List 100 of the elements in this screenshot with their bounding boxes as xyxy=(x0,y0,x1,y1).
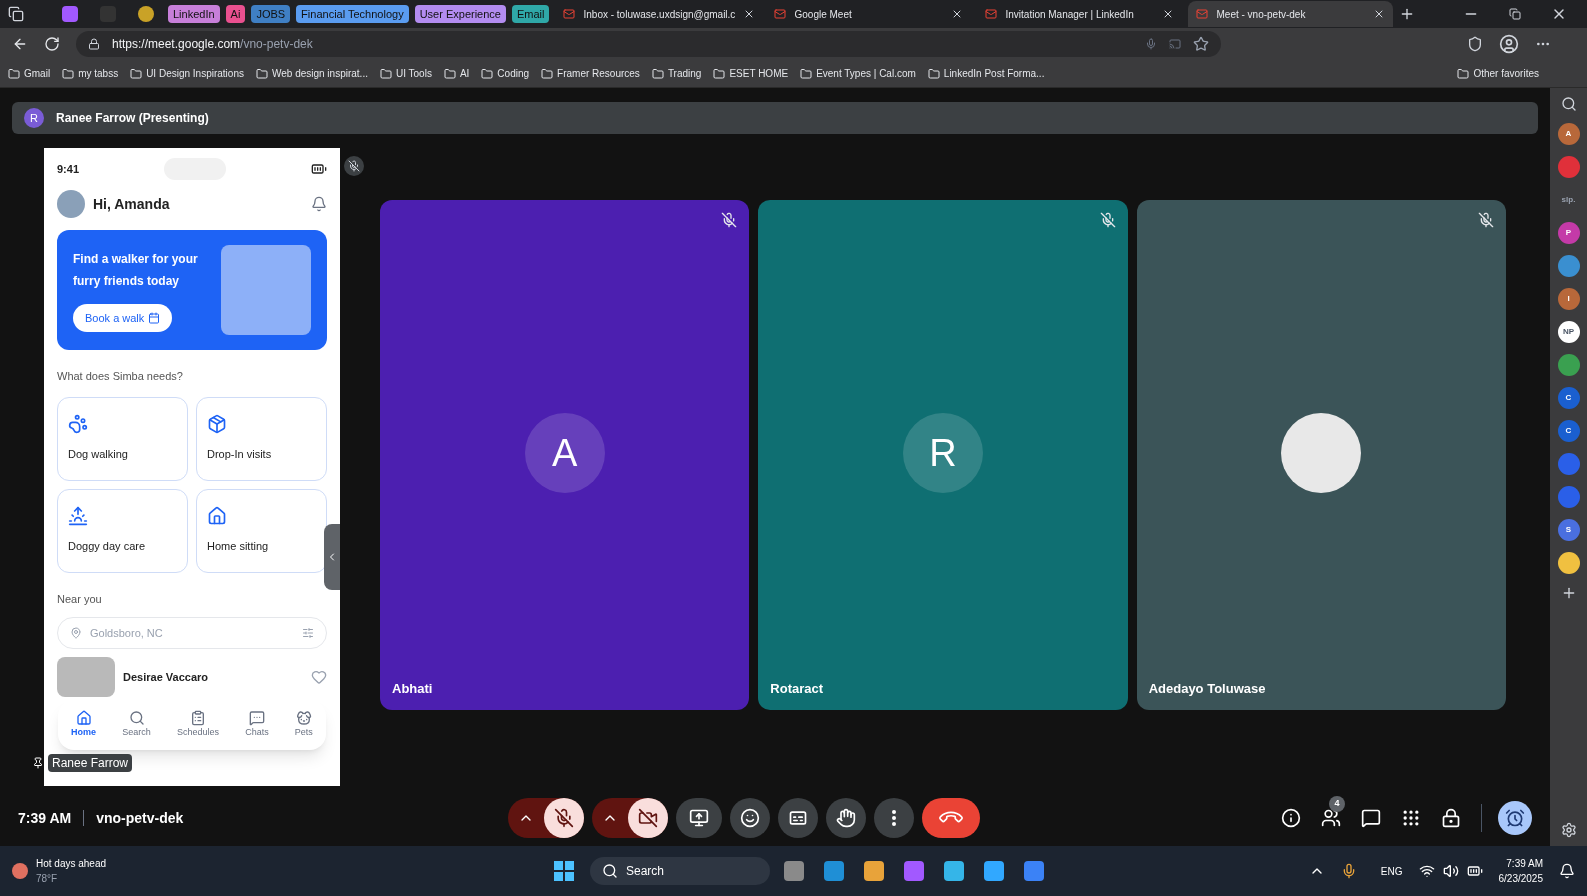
service-card[interactable]: Drop-In visits xyxy=(196,396,327,481)
browser-tab[interactable]: Invitation Manager | LinkedIn xyxy=(977,1,1183,27)
mic-control[interactable] xyxy=(508,798,585,838)
profile-icon[interactable] xyxy=(1499,34,1519,54)
service-card[interactable]: Doggy day care xyxy=(57,488,188,573)
search-icon[interactable] xyxy=(1560,96,1577,112)
volume-icon[interactable] xyxy=(1442,863,1459,879)
sidebar-app-icon[interactable] xyxy=(1557,354,1580,376)
present-button[interactable] xyxy=(676,798,723,838)
bell-icon[interactable] xyxy=(311,196,327,212)
camera-control[interactable] xyxy=(592,798,669,838)
alarm-button[interactable] xyxy=(1498,801,1532,835)
workspaces-icon[interactable] xyxy=(8,6,24,22)
bookmark-link[interactable]: UI Design Inspirations xyxy=(130,66,244,81)
sidebar-app-icon[interactable]: C xyxy=(1557,420,1580,442)
tab-group-label[interactable]: LinkedIn xyxy=(168,4,220,24)
tab-group-label[interactable]: Email xyxy=(511,4,550,24)
more-button[interactable] xyxy=(874,798,915,838)
host-controls-icon[interactable] xyxy=(1441,808,1461,828)
settings-icon[interactable] xyxy=(1560,822,1577,838)
bookmark-link[interactable]: AI xyxy=(443,66,470,81)
taskbar-app-icon[interactable] xyxy=(904,861,924,881)
taskbar-app-icon[interactable] xyxy=(984,861,1004,881)
captions-button[interactable] xyxy=(778,798,819,838)
walker-name: Desirae Vaccaro xyxy=(123,669,209,685)
sidebar-app-icon[interactable] xyxy=(1557,255,1580,277)
wifi-icon[interactable] xyxy=(1418,863,1435,879)
start-icon[interactable] xyxy=(554,861,574,881)
taskbar-app-icon[interactable] xyxy=(864,861,884,881)
bookmark-link[interactable]: Trading xyxy=(651,66,702,81)
battery-icon[interactable] xyxy=(1466,863,1483,879)
map-pin-icon xyxy=(70,627,82,639)
sidebar-app-icon[interactable] xyxy=(1557,552,1580,574)
book-walk-button[interactable]: Book a walk xyxy=(73,303,173,333)
chat-icon[interactable] xyxy=(1361,808,1381,828)
bookmark-link[interactable]: Framer Resources xyxy=(541,66,640,81)
tab-group-label[interactable]: JOBS xyxy=(251,4,291,24)
nav-tab[interactable]: Schedules xyxy=(176,710,219,740)
service-card[interactable]: Dog walking xyxy=(57,396,188,481)
taskbar-app-icon[interactable] xyxy=(824,861,844,881)
emoji-button[interactable] xyxy=(730,798,771,838)
bookmark-link[interactable]: Gmail xyxy=(8,66,51,81)
app-glyph: C xyxy=(1565,425,1572,437)
heart-icon[interactable] xyxy=(311,669,327,685)
tab-group-label[interactable]: Financial Technology xyxy=(296,4,409,24)
activities-icon[interactable] xyxy=(1401,808,1421,828)
nav-tab[interactable]: Chats xyxy=(245,710,269,740)
captions-icon xyxy=(788,808,809,828)
sidebar-app-icon[interactable]: S xyxy=(1557,519,1580,541)
star-icon[interactable] xyxy=(1193,36,1209,52)
nav-tab[interactable]: Home xyxy=(71,710,97,740)
sidebar-app-icon[interactable]: P xyxy=(1557,222,1580,244)
microphone-icon[interactable] xyxy=(1145,38,1157,50)
bookmark-link[interactable]: LinkedIn Post Forma... xyxy=(927,66,1045,81)
bookmark-link[interactable]: UI Tools xyxy=(379,66,432,81)
browser-tab[interactable]: Meet - vno-petv-dek xyxy=(1188,1,1394,27)
taskbar-app-icon[interactable] xyxy=(784,861,804,881)
taskbar-app-icon[interactable] xyxy=(1024,861,1044,881)
browser-tab[interactable]: Google Meet xyxy=(766,1,972,27)
other-favorites-link[interactable]: Other favorites xyxy=(1457,66,1539,81)
info-icon[interactable] xyxy=(1281,808,1301,828)
tab-group-label[interactable]: User Experience xyxy=(414,4,506,24)
participant-name: Abhati xyxy=(392,679,434,698)
bookmark-link[interactable]: ESET HOME xyxy=(713,66,789,81)
bookmark-link[interactable]: Coding xyxy=(481,66,530,81)
collapse-handle[interactable] xyxy=(324,524,340,590)
folder-icon xyxy=(8,67,20,80)
people-icon[interactable] xyxy=(1321,808,1341,828)
pin-icon[interactable] xyxy=(32,757,44,769)
sidebar-app-icon[interactable]: I xyxy=(1557,288,1580,310)
language-indicator[interactable]: ENG xyxy=(1380,863,1403,879)
weather-temp: 78°F xyxy=(36,872,59,886)
notifications-icon[interactable] xyxy=(1559,863,1575,879)
nav-icon xyxy=(128,710,145,727)
browser-tab[interactable]: Inbox - toluwase.uxdsign@gmail.c xyxy=(555,1,761,27)
sidebar-app-icon[interactable]: slp. xyxy=(1557,189,1580,211)
bookmark-link[interactable]: Web design inspirat... xyxy=(255,66,368,81)
location-input[interactable]: Goldsboro, NC xyxy=(90,624,294,642)
bookmark-link[interactable]: my tabss xyxy=(62,66,119,81)
shield-icon[interactable] xyxy=(1467,36,1483,52)
taskbar-search-field[interactable]: Search xyxy=(590,857,770,885)
pinned-tab-icon[interactable] xyxy=(138,6,154,22)
back-icon[interactable] xyxy=(12,36,28,52)
pinned-tab-icon[interactable] xyxy=(62,6,78,22)
filter-icon[interactable] xyxy=(302,627,314,639)
reload-icon[interactable] xyxy=(44,36,60,52)
bookmark-link[interactable]: Event Types | Cal.com xyxy=(800,66,916,81)
app-glyph: I xyxy=(1567,293,1570,305)
nav-tab[interactable]: Pets xyxy=(294,710,313,740)
address-field[interactable]: https://meet.google.com/vno-petv-dek xyxy=(76,31,1221,57)
raise-hand-button[interactable] xyxy=(826,798,867,838)
taskbar-app-icon[interactable] xyxy=(944,861,964,881)
sidebar-app-icon[interactable]: A xyxy=(1557,123,1580,145)
sidebar-app-icon[interactable]: NP xyxy=(1557,321,1580,343)
tab-title: Google Meet xyxy=(794,7,853,22)
restore-icon[interactable] xyxy=(1509,8,1521,20)
leave-call-button[interactable] xyxy=(922,798,981,838)
nav-tab[interactable]: Search xyxy=(122,710,151,740)
tab-group-label[interactable]: Ai xyxy=(225,4,246,24)
sidebar-app-icon[interactable]: C xyxy=(1557,387,1580,409)
